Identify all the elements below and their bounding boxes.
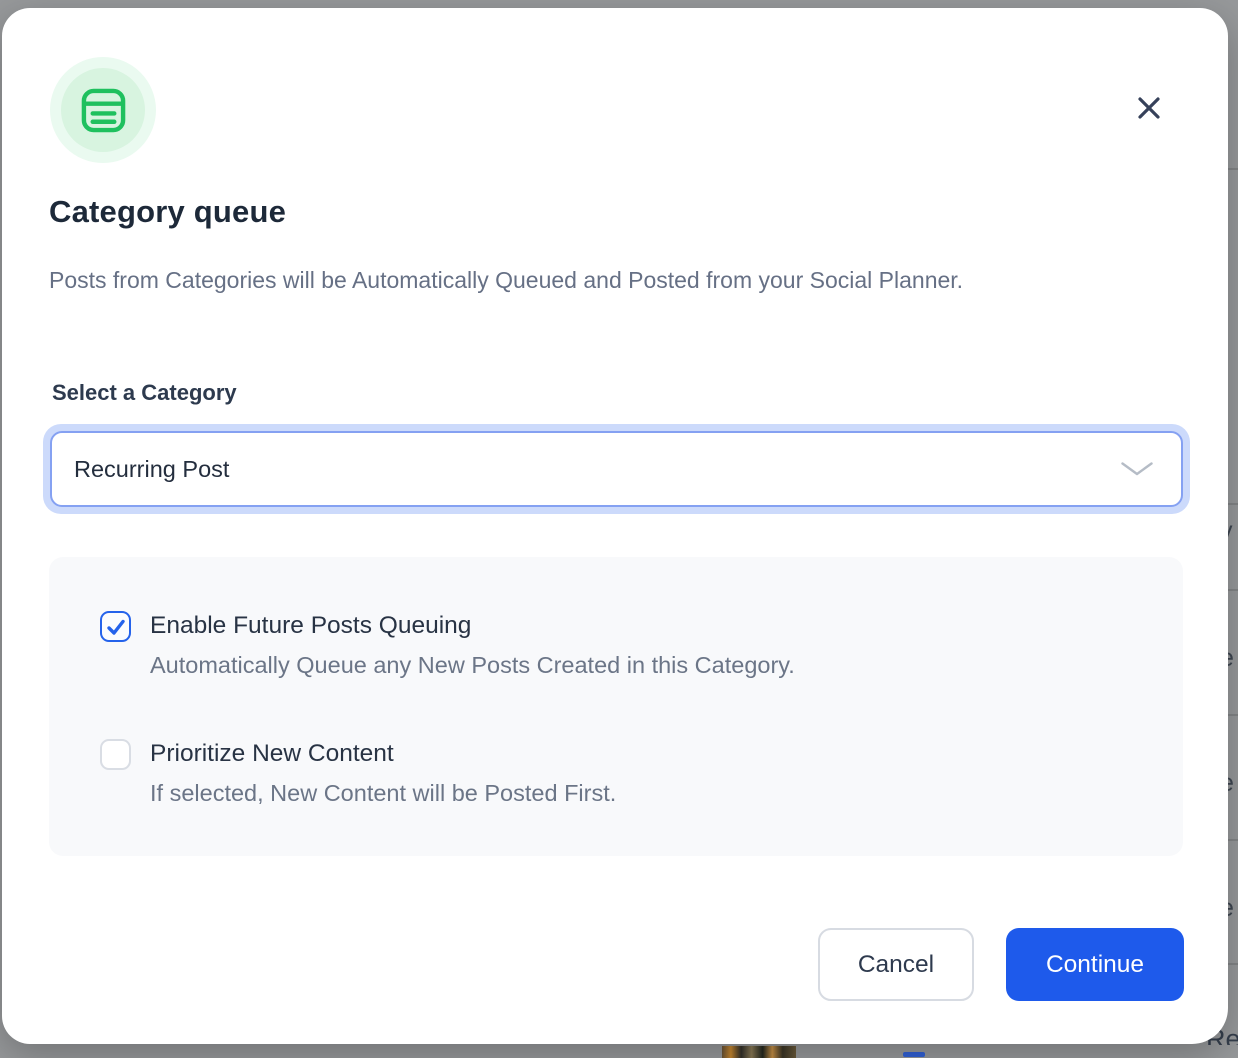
category-select-focus-ring: Recurring Post [43, 424, 1190, 514]
screen: y e e e Re Cate [0, 0, 1238, 1058]
option-row-prioritize-new-content: Prioritize New Content If selected, New … [100, 737, 1143, 810]
category-select-value: Recurring Post [74, 456, 1121, 483]
chevron-down-icon [1121, 462, 1153, 476]
option-label[interactable]: Prioritize New Content [150, 737, 616, 770]
queue-icon-badge [50, 57, 156, 163]
background-row-divider [1228, 839, 1238, 841]
background-photo-thumbnail [722, 1046, 796, 1058]
option-row-enable-future-posts: Enable Future Posts Queuing Automaticall… [100, 609, 1143, 682]
background-row-divider [1228, 589, 1238, 591]
option-text: Enable Future Posts Queuing Automaticall… [150, 609, 795, 682]
option-text: Prioritize New Content If selected, New … [150, 737, 616, 810]
dialog-title: Category queue [49, 194, 286, 230]
background-row-divider [1228, 714, 1238, 716]
cancel-button[interactable]: Cancel [818, 928, 974, 1001]
option-description: Automatically Queue any New Posts Create… [150, 649, 795, 682]
category-queue-dialog: Category queue Posts from Categories wil… [2, 8, 1228, 1044]
background-row-divider [1228, 503, 1238, 505]
enable-future-posts-checkbox[interactable] [100, 611, 131, 642]
background-blue-element [903, 1052, 925, 1057]
continue-button[interactable]: Continue [1006, 928, 1184, 1001]
background-row-divider [1228, 168, 1238, 170]
options-panel: Enable Future Posts Queuing Automaticall… [49, 557, 1183, 856]
category-select[interactable]: Recurring Post [50, 431, 1183, 507]
close-button[interactable] [1133, 92, 1165, 124]
select-category-label: Select a Category [52, 380, 237, 406]
close-icon [1135, 94, 1163, 122]
option-description: If selected, New Content will be Posted … [150, 777, 616, 810]
prioritize-new-content-checkbox[interactable] [100, 739, 131, 770]
background-page-sliver-bottom [0, 1045, 1238, 1058]
checkmark-icon [105, 616, 127, 638]
option-label[interactable]: Enable Future Posts Queuing [150, 609, 795, 642]
background-row-divider [1228, 963, 1238, 965]
dialog-description: Posts from Categories will be Automatica… [49, 260, 1139, 300]
queue-list-icon [80, 87, 127, 134]
queue-icon-badge-inner [61, 68, 145, 152]
